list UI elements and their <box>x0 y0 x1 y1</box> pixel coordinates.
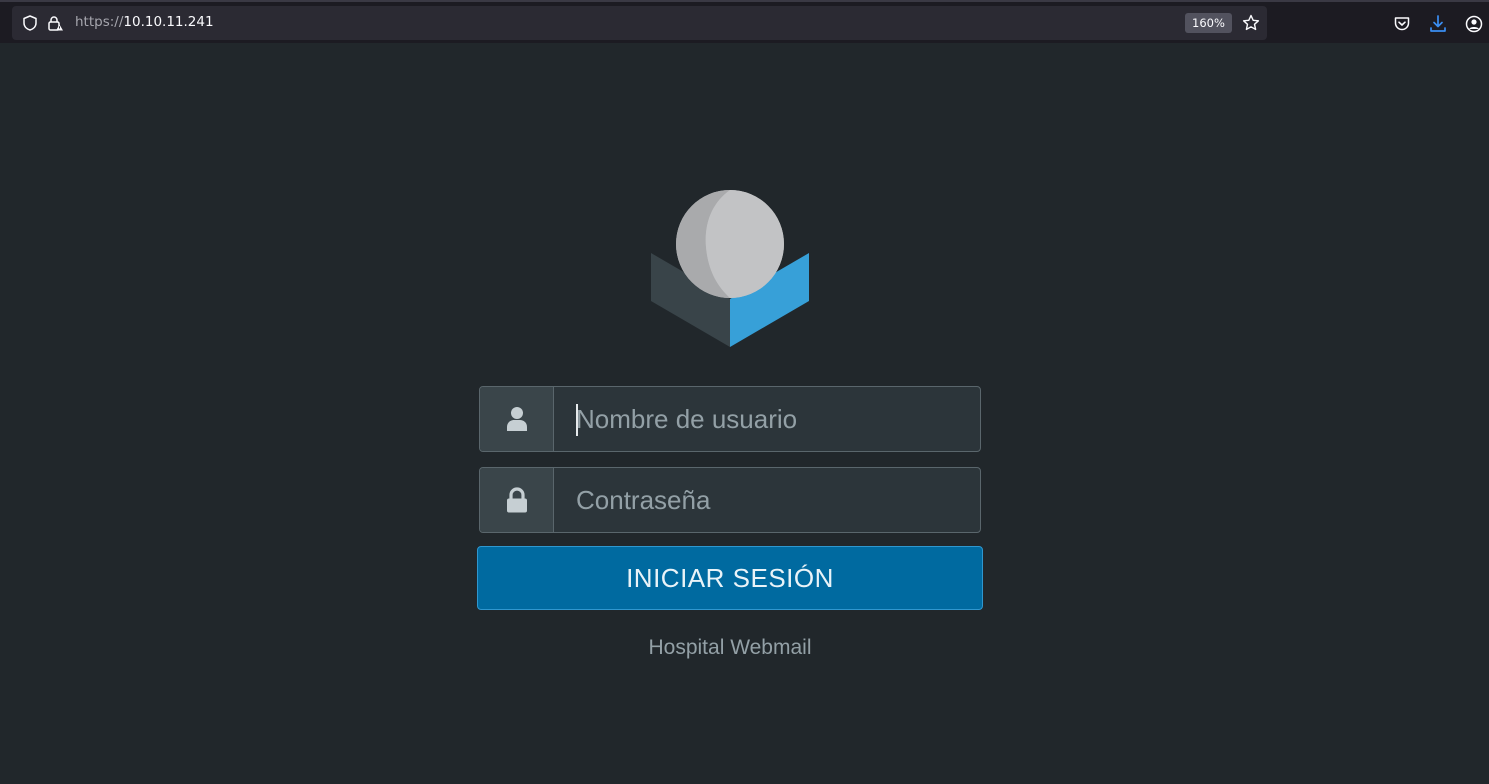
insecure-lock-icon[interactable] <box>46 14 64 32</box>
user-icon <box>506 407 527 431</box>
account-icon[interactable] <box>1464 14 1484 34</box>
password-row <box>479 467 981 533</box>
product-name: Hospital Webmail <box>648 636 812 659</box>
shield-icon[interactable] <box>21 14 39 32</box>
download-icon[interactable] <box>1428 14 1448 34</box>
text-caret <box>576 404 578 436</box>
zoom-level-badge[interactable]: 160% <box>1185 13 1232 33</box>
bookmark-star-icon[interactable] <box>1241 13 1261 33</box>
login-button[interactable]: INICIAR SESIÓN <box>477 546 983 610</box>
browser-toolbar: https://10.10.11.241 160% <box>0 0 1489 43</box>
password-input[interactable] <box>554 468 980 532</box>
lock-icon <box>506 487 527 513</box>
url-text[interactable]: https://10.10.11.241 <box>75 14 214 30</box>
username-row <box>479 386 981 452</box>
password-addon <box>480 468 554 532</box>
username-input[interactable] <box>554 387 980 451</box>
pocket-icon[interactable] <box>1392 14 1412 34</box>
roundcube-logo <box>651 190 809 347</box>
username-addon <box>480 387 554 451</box>
address-bar[interactable]: https://10.10.11.241 160% <box>12 6 1267 40</box>
url-scheme: https:// <box>75 14 124 30</box>
url-host: 10.10.11.241 <box>123 14 214 30</box>
